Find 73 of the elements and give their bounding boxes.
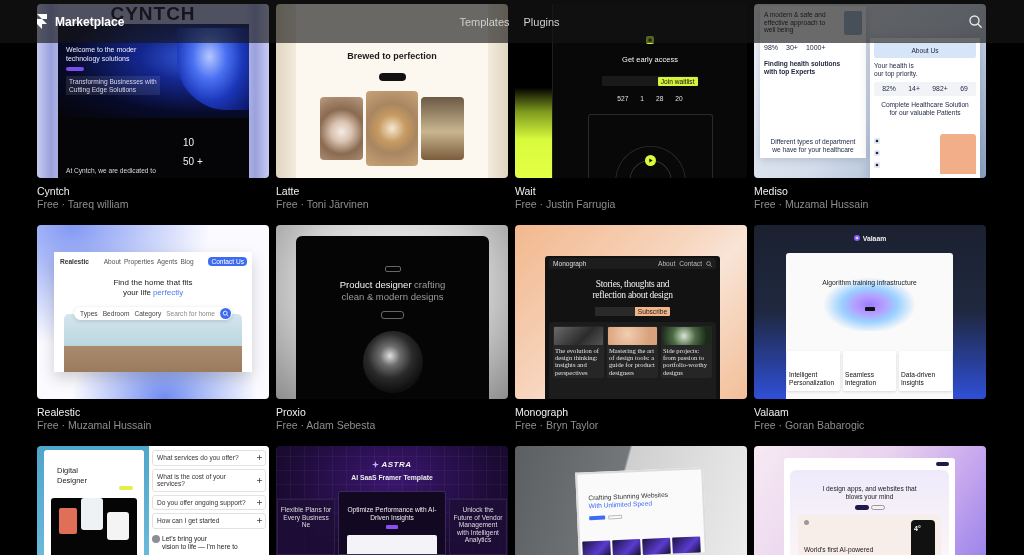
template-title: Monograph xyxy=(515,406,570,419)
template-meta: Free · Toni Järvinen xyxy=(276,198,370,211)
photo-placeholder xyxy=(554,327,603,345)
nav-button xyxy=(936,462,949,466)
template-title: Latte xyxy=(276,185,301,198)
photo-placeholder xyxy=(421,97,464,160)
list-bullet-icon xyxy=(874,138,880,144)
logo-icon[interactable] xyxy=(37,14,47,29)
plus-icon xyxy=(257,518,262,524)
preview-thumbnail xyxy=(672,536,701,554)
template-meta: Free · Goran Babarogic xyxy=(754,419,866,432)
template-meta: Free · Muzamal Hussain xyxy=(754,198,870,211)
template-preview[interactable]: Product designer crafting clean & modern designs xyxy=(276,225,508,399)
preview-thumbnail xyxy=(642,537,671,555)
template-meta: Free · Justin Farrugia xyxy=(515,198,617,211)
cta-button xyxy=(66,67,84,71)
preview-heading: your life xyxy=(122,288,151,298)
phone-mockup xyxy=(81,498,103,530)
template-meta: Free · Tareq william xyxy=(37,198,130,211)
email-button xyxy=(381,311,404,319)
photo-placeholder xyxy=(940,134,976,174)
preview-heading: Stories, thoughts and reflection about design xyxy=(592,279,673,301)
photo-placeholder xyxy=(320,97,363,160)
logo-icon xyxy=(646,36,654,44)
template-title: Mediso xyxy=(754,185,789,198)
search-icon xyxy=(219,308,231,319)
photo-placeholder xyxy=(608,327,657,345)
plus-icon xyxy=(257,477,262,483)
template-title: Cyntch xyxy=(37,185,71,198)
preview-thumbnail xyxy=(582,540,611,555)
preview-heading: Product designer xyxy=(339,279,412,291)
preview-thumbnail xyxy=(612,539,641,555)
template-preview[interactable] xyxy=(754,4,986,178)
pill-badge xyxy=(384,266,401,272)
preview-heading: Brewed to perfection xyxy=(347,51,437,62)
list-bullet-icon xyxy=(874,162,880,168)
phone-mockup xyxy=(107,512,129,540)
photo-placeholder xyxy=(662,327,711,345)
phone-mockup xyxy=(59,508,77,534)
photo-placeholder xyxy=(844,11,862,35)
cta-button xyxy=(386,525,398,529)
search-icon xyxy=(706,260,712,267)
template-meta: Free · Muzamal Hussain xyxy=(37,419,153,432)
stat-number: 10 xyxy=(183,137,196,148)
template-meta: Free · Adam Sebesta xyxy=(276,419,377,432)
preview-heading: clean & modern designs xyxy=(341,291,444,303)
avatar-icon xyxy=(152,534,160,543)
plus-icon xyxy=(257,499,262,505)
brand-name: ASTRA xyxy=(381,460,412,469)
plus-icon xyxy=(257,455,262,461)
template-title: Proxio xyxy=(276,406,307,419)
search-icon[interactable] xyxy=(969,15,982,28)
cta-button xyxy=(854,505,869,510)
template-meta: Free · Bryn Taylor xyxy=(515,419,600,432)
cta-button xyxy=(589,515,606,521)
play-icon xyxy=(644,155,656,166)
preview-heading: Find the home that fits xyxy=(113,278,193,288)
accent-word: perfectly xyxy=(152,288,184,298)
list-bullet-icon xyxy=(874,150,880,156)
template-title: Valaam xyxy=(754,406,790,419)
logo-icon xyxy=(804,520,809,525)
cta-button xyxy=(119,486,133,490)
preview-heading: crafting xyxy=(414,279,446,291)
template-title: Wait xyxy=(515,185,537,198)
cta-button xyxy=(864,307,875,311)
template-preview[interactable] xyxy=(515,225,747,399)
template-title: Realestic xyxy=(37,406,82,419)
sparkle-icon xyxy=(372,461,380,468)
cta-button xyxy=(378,73,406,81)
logo-icon xyxy=(853,235,860,241)
nav-link[interactable]: Plugins xyxy=(523,15,560,28)
stat-number: 50 + xyxy=(183,156,204,167)
email-field xyxy=(594,307,635,316)
